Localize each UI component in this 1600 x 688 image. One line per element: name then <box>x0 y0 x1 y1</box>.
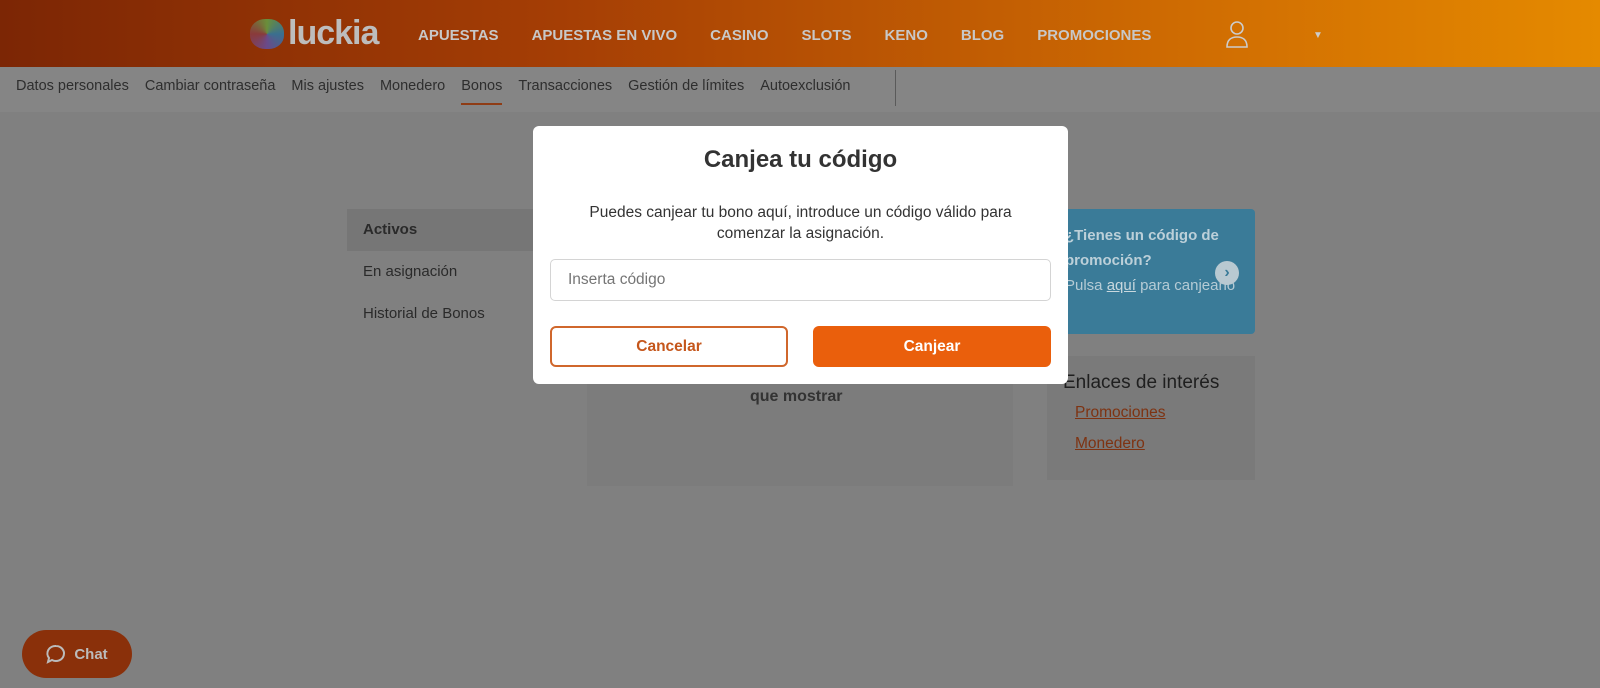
redeem-code-modal: Canjea tu código Puedes canjear tu bono … <box>533 126 1068 384</box>
promo-text: Pulsa <box>1065 277 1107 294</box>
modal-title: Canjea tu código <box>703 146 898 173</box>
nav-casino[interactable]: CASINO <box>710 27 768 44</box>
promo-title: ¿Tienes un código de promoción? <box>1065 227 1219 269</box>
nav-apuestas-en-vivo[interactable]: APUESTAS EN VIVO <box>532 27 678 44</box>
modal-text: Puedes canjear tu bono aquí, introduce u… <box>589 204 1012 242</box>
nav-keno[interactable]: KENO <box>885 27 928 44</box>
user-icon[interactable] <box>1225 20 1249 48</box>
sidebar-item-historial[interactable]: Historial de Bonos <box>347 293 542 335</box>
chat-bubble-icon <box>46 645 66 664</box>
nav-promociones[interactable]: PROMOCIONES <box>1037 27 1151 44</box>
luckia-logo[interactable]: luckia <box>250 14 379 53</box>
code-input[interactable] <box>550 259 1051 301</box>
links-title: Enlaces de interés <box>1063 372 1220 393</box>
main-nav: APUESTAS APUESTAS EN VIVO CASINO SLOTS K… <box>418 27 1151 44</box>
subnav-gestion-limites[interactable]: Gestión de límites <box>628 78 744 105</box>
sidebar-item-en-asignacion[interactable]: En asignación <box>347 251 542 293</box>
subnav-mis-ajustes[interactable]: Mis ajustes <box>291 78 364 105</box>
logo-text: luckia <box>288 14 379 52</box>
promo-code-card[interactable]: ¿Tienes un código de promoción? Pulsa aq… <box>1047 209 1255 334</box>
redeem-button[interactable]: Canjear <box>813 326 1051 367</box>
subnav-autoexclusion[interactable]: Autoexclusión <box>760 78 850 105</box>
subnav-transacciones[interactable]: Transacciones <box>518 78 612 105</box>
top-header: luckia APUESTAS APUESTAS EN VIVO CASINO … <box>0 0 1600 67</box>
bonus-sidebar: Activos En asignación Historial de Bonos <box>347 209 542 335</box>
subnav-cambiar-contrasena[interactable]: Cambiar contraseña <box>145 78 276 105</box>
sidebar-item-activos[interactable]: Activos <box>347 209 542 251</box>
dropdown-caret-icon[interactable]: ▼ <box>1313 30 1323 41</box>
account-subnav: Datos personales Cambiar contraseña Mis … <box>0 67 1600 112</box>
cancel-button[interactable]: Cancelar <box>550 326 788 367</box>
nav-apuestas[interactable]: APUESTAS <box>418 27 499 44</box>
link-monedero[interactable]: Monedero <box>1075 435 1239 453</box>
nav-slots[interactable]: SLOTS <box>802 27 852 44</box>
nav-blog[interactable]: BLOG <box>961 27 1004 44</box>
divider <box>895 70 896 106</box>
promo-link[interactable]: aquí <box>1107 277 1136 294</box>
subnav-datos-personales[interactable]: Datos personales <box>16 78 129 105</box>
link-promociones[interactable]: Promociones <box>1075 404 1239 422</box>
chat-label: Chat <box>74 645 108 663</box>
subnav-bonos[interactable]: Bonos <box>461 78 503 105</box>
logo-icon <box>250 18 284 49</box>
subnav-monedero[interactable]: Monedero <box>380 78 445 105</box>
chevron-right-icon[interactable]: › <box>1215 261 1239 285</box>
links-card: Enlaces de interés Promociones Monedero <box>1047 356 1255 480</box>
chat-button[interactable]: Chat <box>22 630 132 678</box>
empty-state-text: que mostrar <box>750 388 843 405</box>
